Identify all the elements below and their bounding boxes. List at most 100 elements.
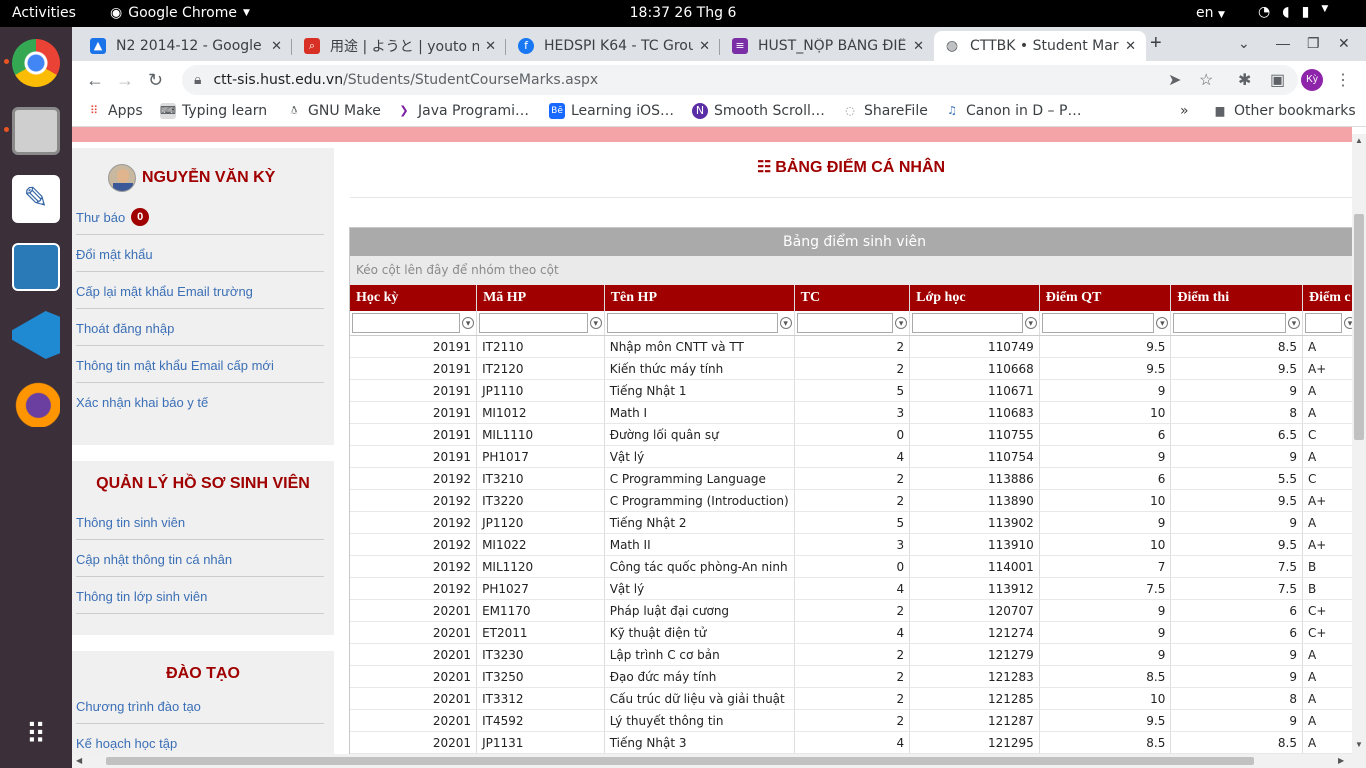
- close-icon[interactable]: ✕: [1125, 39, 1136, 54]
- writer-icon[interactable]: [12, 243, 60, 291]
- column-filter-input[interactable]: [606, 313, 778, 333]
- bookmark-canon-in-d[interactable]: ♫ Canon in D – P…: [944, 103, 1081, 119]
- table-row[interactable]: 20191 MI1012 Math I 3 110683 10 8 A: [350, 401, 1352, 424]
- system-tray[interactable]: ◔ ◖ ▮ ▼: [1258, 4, 1328, 20]
- table-row[interactable]: 20201 EM1170 Pháp luật đại cương 2 120707 9 6 C…: [350, 599, 1352, 622]
- maximize-button[interactable]: ❐: [1307, 35, 1320, 52]
- table-row[interactable]: 20192 MIL1120 Công tác quốc phòng-An ninh 0…: [350, 555, 1352, 578]
- menu-health-declaration[interactable]: Xác nhận khai báo y tế: [76, 383, 324, 420]
- table-row[interactable]: 20191 PH1017 Vật lý 4 110754 9 9 A: [350, 445, 1352, 468]
- tab-dictionary[interactable]: ⌕ 用途 | ようと | youto n ✕: [294, 31, 506, 61]
- clock[interactable]: 18:37 26 Thg 6: [0, 5, 1366, 21]
- close-icon[interactable]: ✕: [913, 39, 924, 54]
- forward-button[interactable]: →: [116, 70, 134, 91]
- close-icon[interactable]: ✕: [271, 39, 282, 54]
- bookmark-gnu-make[interactable]: 🐧︎ GNU Make: [286, 103, 381, 119]
- table-row[interactable]: 20192 PH1027 Vật lý 4 113912 7.5 7.5 B: [350, 577, 1352, 600]
- table-row[interactable]: 20201 IT4592 Lý thuyết thông tin 2 121287 9.5…: [350, 709, 1352, 732]
- column-header-process-score[interactable]: Điểm QT: [1039, 285, 1172, 311]
- tab-google-drive[interactable]: ▲ N2 2014-12 - Google D ✕: [80, 31, 292, 61]
- other-bookmarks[interactable]: ▆ Other bookmarks: [1212, 103, 1356, 119]
- close-icon[interactable]: ✕: [485, 39, 496, 54]
- reload-button[interactable]: ↻: [148, 70, 163, 91]
- bookmark-apps[interactable]: ⠿ Apps: [86, 103, 143, 119]
- filter-icon[interactable]: ▾: [1024, 317, 1037, 329]
- table-row[interactable]: 20191 MIL1110 Đường lối quân sự 0 110755 6 6.5…: [350, 423, 1352, 446]
- vscode-icon[interactable]: [12, 311, 60, 359]
- scrollbar-thumb[interactable]: [1354, 214, 1364, 440]
- menu-update-personal-info[interactable]: Cập nhật thông tin cá nhân: [76, 540, 324, 577]
- bookmark-star-icon[interactable]: ☆: [1199, 70, 1213, 90]
- text-editor-icon[interactable]: ✎: [12, 175, 60, 223]
- menu-study-plan[interactable]: Kế hoạch học tập: [76, 724, 324, 754]
- filter-icon[interactable]: ▾: [1288, 317, 1300, 329]
- menu-change-password[interactable]: Đổi mật khẩu: [76, 235, 324, 272]
- menu-new-email-password[interactable]: Thông tin mật khẩu Email cấp mới: [76, 346, 324, 383]
- table-row[interactable]: 20201 IT3250 Đạo đức máy tính 2 121283 8.5 9 A: [350, 665, 1352, 688]
- scrollbar-thumb[interactable]: [106, 757, 1254, 765]
- group-by-panel[interactable]: Kéo cột lên đây để nhóm theo cột: [350, 256, 1352, 285]
- filter-icon[interactable]: ▾: [462, 317, 475, 329]
- new-tab-button[interactable]: +: [1150, 32, 1162, 55]
- share-icon[interactable]: ➤: [1168, 70, 1181, 90]
- column-filter-input[interactable]: [352, 313, 461, 333]
- firefox-icon[interactable]: [12, 379, 60, 427]
- back-button[interactable]: ←: [86, 70, 104, 91]
- column-header-credits[interactable]: TC: [794, 285, 911, 311]
- table-row[interactable]: 20201 JP1131 Tiếng Nhật 3 4 121295 8.5 8.5 A: [350, 731, 1352, 754]
- tab-search-icon[interactable]: ⌄: [1238, 35, 1250, 52]
- files-icon[interactable]: [12, 107, 60, 155]
- address-bar[interactable]: 🔒︎ ctt-sis.hust.edu.vn/Students/StudentC…: [182, 65, 1298, 95]
- scroll-right-icon[interactable]: ▶: [1338, 756, 1344, 765]
- column-filter-input[interactable]: [1173, 313, 1286, 333]
- bookmark-learning-ios[interactable]: Bē Learning iOS…: [549, 103, 674, 119]
- table-row[interactable]: 20191 JP1110 Tiếng Nhật 1 5 110671 9 9 A: [350, 379, 1352, 402]
- column-filter-input[interactable]: [1041, 313, 1155, 333]
- filter-icon[interactable]: ▾: [895, 317, 908, 329]
- bookmark-typing-learn[interactable]: ⌨ Typing learn: [160, 103, 267, 119]
- filter-icon[interactable]: ▾: [1344, 317, 1352, 329]
- bookmarks-overflow-button[interactable]: »: [1180, 103, 1189, 119]
- table-row[interactable]: 20201 IT3312 Cấu trúc dữ liệu và giải thuậ…: [350, 687, 1352, 710]
- horizontal-scrollbar[interactable]: ◀ ▶: [72, 754, 1366, 768]
- bookmark-java[interactable]: ❯ Java Programi…: [396, 103, 529, 119]
- table-row[interactable]: 20192 IT3220 C Programming (Introduction) 2…: [350, 489, 1352, 512]
- language-indicator[interactable]: en ▼: [1196, 5, 1225, 21]
- table-row[interactable]: 20192 IT3210 C Programming Language 2 113886…: [350, 467, 1352, 490]
- table-row[interactable]: 20201 IT3230 Lập trình C cơ bản 2 121279 9 9 A: [350, 643, 1352, 666]
- filter-icon[interactable]: ▾: [779, 317, 792, 329]
- close-window-button[interactable]: ✕: [1338, 35, 1350, 52]
- reading-list-icon[interactable]: ▣: [1270, 70, 1285, 90]
- menu-reset-email-password[interactable]: Cấp lại mật khẩu Email trường: [76, 272, 324, 309]
- menu-class-info[interactable]: Thông tin lớp sinh viên: [76, 577, 324, 614]
- scroll-left-icon[interactable]: ◀: [76, 756, 82, 765]
- filter-icon[interactable]: ▾: [589, 317, 602, 329]
- tab-forms[interactable]: ≡ HUST_NỘP BẢNG ĐIỂ ✕: [722, 31, 934, 61]
- filter-icon[interactable]: ▾: [1156, 317, 1169, 329]
- close-icon[interactable]: ✕: [699, 39, 710, 54]
- vertical-scrollbar[interactable]: ▲ ▼: [1352, 134, 1366, 754]
- column-filter-input[interactable]: [912, 313, 1023, 333]
- bookmark-sharefile[interactable]: ◌ ShareFile: [842, 103, 928, 119]
- show-apps-icon[interactable]: ⠿: [12, 711, 60, 759]
- menu-student-info[interactable]: Thông tin sinh viên: [76, 503, 324, 540]
- chrome-icon[interactable]: [12, 39, 60, 87]
- column-header-semester[interactable]: Học kỳ: [350, 285, 478, 311]
- lock-icon[interactable]: 🔒︎: [194, 72, 201, 88]
- scroll-up-icon[interactable]: ▲: [1355, 136, 1363, 145]
- column-filter-input[interactable]: [479, 313, 588, 333]
- column-filter-input[interactable]: [796, 313, 894, 333]
- scroll-down-icon[interactable]: ▼: [1355, 740, 1363, 749]
- table-row[interactable]: 20192 JP1120 Tiếng Nhật 2 5 113902 9 9 A: [350, 511, 1352, 534]
- table-row[interactable]: 20191 IT2120 Kiến thức máy tính 2 110668 9.5 9…: [350, 357, 1352, 380]
- column-filter-input[interactable]: [1305, 313, 1342, 333]
- menu-curriculum[interactable]: Chương trình đào tạo: [76, 687, 324, 724]
- column-header-course-code[interactable]: Mã HP: [476, 285, 605, 311]
- column-header-letter-grade[interactable]: Điểm c: [1302, 285, 1352, 311]
- column-header-exam-score[interactable]: Điểm thi: [1170, 285, 1303, 311]
- table-row[interactable]: 20192 MI1022 Math II 3 113910 10 9.5 A+: [350, 533, 1352, 556]
- profile-avatar[interactable]: Kỳ: [1301, 69, 1323, 91]
- table-row[interactable]: 20191 IT2110 Nhập môn CNTT và TT 2 110749 9.5…: [350, 335, 1352, 358]
- minimize-button[interactable]: —: [1276, 35, 1290, 51]
- column-header-class[interactable]: Lớp học: [909, 285, 1040, 311]
